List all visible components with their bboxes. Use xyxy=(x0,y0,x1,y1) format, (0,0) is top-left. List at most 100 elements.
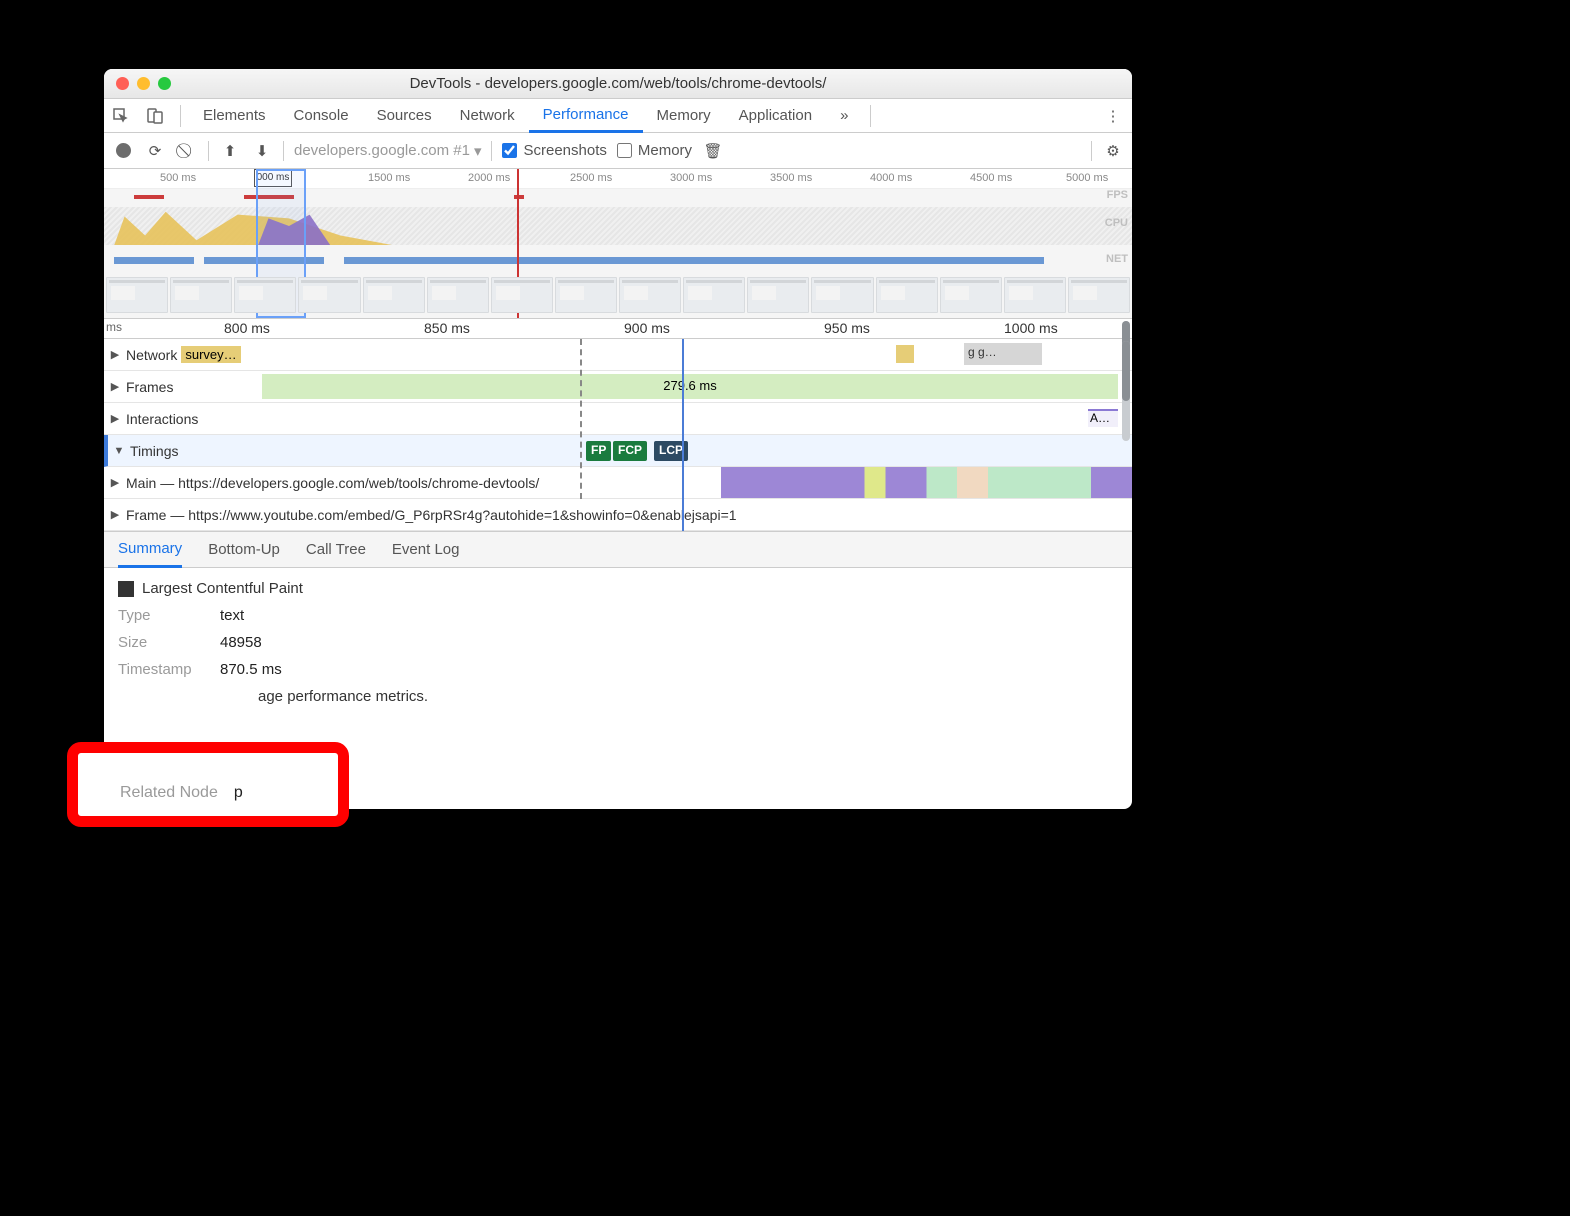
separator xyxy=(1091,141,1092,161)
download-icon[interactable]: ⬇ xyxy=(251,142,273,160)
memory-label: Memory xyxy=(638,142,692,159)
related-node-value[interactable]: p xyxy=(234,784,243,802)
screenshot-thumb[interactable] xyxy=(170,277,232,313)
ruler-tick: 850 ms xyxy=(424,320,470,336)
trash-icon[interactable]: 🗑 xyxy=(702,142,724,160)
tab-elements[interactable]: Elements xyxy=(189,99,280,132)
summary-value: 48958 xyxy=(220,634,262,651)
subtab-eventlog[interactable]: Event Log xyxy=(392,532,460,567)
tab-sources[interactable]: Sources xyxy=(363,99,446,132)
screenshots-checkbox[interactable] xyxy=(502,143,517,158)
track-frame[interactable]: ▶ Frame — https://www.youtube.com/embed/… xyxy=(104,499,1132,531)
ruler-tick: 950 ms xyxy=(824,320,870,336)
tab-memory[interactable]: Memory xyxy=(643,99,725,132)
track-label: Timings xyxy=(130,443,179,459)
screenshots-toggle[interactable]: Screenshots xyxy=(502,142,606,159)
tab-network[interactable]: Network xyxy=(446,99,529,132)
screenshot-thumb[interactable] xyxy=(106,277,168,313)
track-label: Frame — https://www.youtube.com/embed/G_… xyxy=(126,507,737,523)
network-request-chip[interactable]: g g… xyxy=(964,343,1042,365)
recording-dropdown[interactable]: developers.google.com #1 ▾ xyxy=(294,142,481,160)
devtools-window: DevTools - developers.google.com/web/too… xyxy=(104,69,1132,809)
summary-row-timestamp: Timestamp870.5 ms xyxy=(118,661,1118,678)
subtab-summary[interactable]: Summary xyxy=(118,533,182,568)
clear-button[interactable]: ⃠ xyxy=(176,142,198,159)
inspect-icon[interactable] xyxy=(110,105,132,127)
upload-icon[interactable]: ⬆ xyxy=(219,142,241,160)
screenshot-thumb[interactable] xyxy=(363,277,425,313)
screenshot-thumb[interactable] xyxy=(427,277,489,313)
titlebar: DevTools - developers.google.com/web/too… xyxy=(104,69,1132,99)
event-color-swatch xyxy=(118,581,134,597)
network-request-chip[interactable]: survey… xyxy=(181,346,240,363)
screenshot-thumb[interactable] xyxy=(1004,277,1066,313)
summary-row-size: Size 48958 xyxy=(118,634,1118,651)
tab-more[interactable]: » xyxy=(826,99,862,132)
chevron-right-icon: ▶ xyxy=(108,476,122,489)
summary-title: Largest Contentful Paint xyxy=(142,580,303,597)
recording-dropdown-label: developers.google.com #1 xyxy=(294,142,470,159)
cpu-label: CPU xyxy=(1105,217,1128,229)
memory-checkbox[interactable] xyxy=(617,143,632,158)
separator xyxy=(283,141,284,161)
interaction-chip[interactable]: A… xyxy=(1088,409,1118,427)
screenshot-thumb[interactable] xyxy=(1068,277,1130,313)
summary-heading: Largest Contentful Paint xyxy=(118,580,1118,597)
perf-toolbar: ⟳ ⃠ ⬆ ⬇ developers.google.com #1 ▾ Scree… xyxy=(104,133,1132,169)
net-label: NET xyxy=(1106,253,1128,265)
track-label: Frames xyxy=(126,379,173,395)
screenshot-thumb[interactable] xyxy=(811,277,873,313)
summary-value: text xyxy=(220,607,244,624)
screenshot-thumb[interactable] xyxy=(619,277,681,313)
kebab-icon[interactable]: ⋮ xyxy=(1102,105,1124,127)
screenshot-thumb[interactable] xyxy=(234,277,296,313)
track-network[interactable]: ▶ Network survey… g g… xyxy=(104,339,1132,371)
separator xyxy=(180,105,181,127)
network-request-chip[interactable] xyxy=(896,345,914,363)
reload-button[interactable]: ⟳ xyxy=(144,142,166,160)
screenshots-label: Screenshots xyxy=(523,142,606,159)
summary-pane: Largest Contentful Paint Type text Size 48… xyxy=(104,568,1132,717)
tab-application[interactable]: Application xyxy=(725,99,826,132)
chevron-right-icon: ▶ xyxy=(108,412,122,425)
tab-performance[interactable]: Performance xyxy=(529,100,643,133)
current-time-marker xyxy=(682,339,684,531)
tab-console[interactable]: Console xyxy=(280,99,363,132)
detail-scrollbar[interactable] xyxy=(1122,321,1130,336)
record-button[interactable] xyxy=(112,143,134,158)
ruler-tick: ms xyxy=(106,320,122,334)
screenshot-thumb[interactable] xyxy=(683,277,745,313)
ruler-tick: 500 ms xyxy=(160,172,196,184)
track-frames[interactable]: ▶ Frames 279.6 ms xyxy=(104,371,1132,403)
ruler-tick: 4000 ms xyxy=(870,172,912,184)
separator xyxy=(208,141,209,161)
chevron-down-icon: ▼ xyxy=(112,445,126,457)
screenshot-thumb[interactable] xyxy=(747,277,809,313)
summary-key: Size xyxy=(118,634,208,651)
screenshot-thumb[interactable] xyxy=(298,277,360,313)
summary-value: 870.5 ms xyxy=(220,661,282,678)
overview-timeline[interactable]: 500 ms 1500 ms 2000 ms 2500 ms 3000 ms 3… xyxy=(104,169,1132,319)
panel-tabs: Elements Console Sources Network Perform… xyxy=(104,99,1132,133)
track-main[interactable]: ▶ Main — https://developers.google.com/w… xyxy=(104,467,1132,499)
screenshot-thumb[interactable] xyxy=(555,277,617,313)
track-interactions[interactable]: ▶ Interactions A… xyxy=(104,403,1132,435)
memory-toggle[interactable]: Memory xyxy=(617,142,692,159)
track-timings[interactable]: ▼ Timings FP FCP LCP xyxy=(104,435,1132,467)
screenshot-thumb[interactable] xyxy=(876,277,938,313)
gear-icon[interactable]: ⚙ xyxy=(1102,142,1124,160)
track-label: Network xyxy=(126,347,177,363)
track-label: Main — https://developers.google.com/web… xyxy=(126,475,539,491)
device-icon[interactable] xyxy=(144,105,166,127)
ruler-tick: 3000 ms xyxy=(670,172,712,184)
tracks-scrollbar[interactable] xyxy=(1122,341,1130,441)
timing-fcp[interactable]: FCP xyxy=(613,441,647,461)
frame-bar[interactable]: 279.6 ms xyxy=(262,374,1118,399)
subtab-bottomup[interactable]: Bottom-Up xyxy=(208,532,280,567)
timing-fp[interactable]: FP xyxy=(586,441,611,461)
summary-key: Type xyxy=(118,607,208,624)
screenshot-thumb[interactable] xyxy=(940,277,1002,313)
screenshot-thumb[interactable] xyxy=(491,277,553,313)
ruler-tick: 5000 ms xyxy=(1066,172,1108,184)
subtab-calltree[interactable]: Call Tree xyxy=(306,532,366,567)
